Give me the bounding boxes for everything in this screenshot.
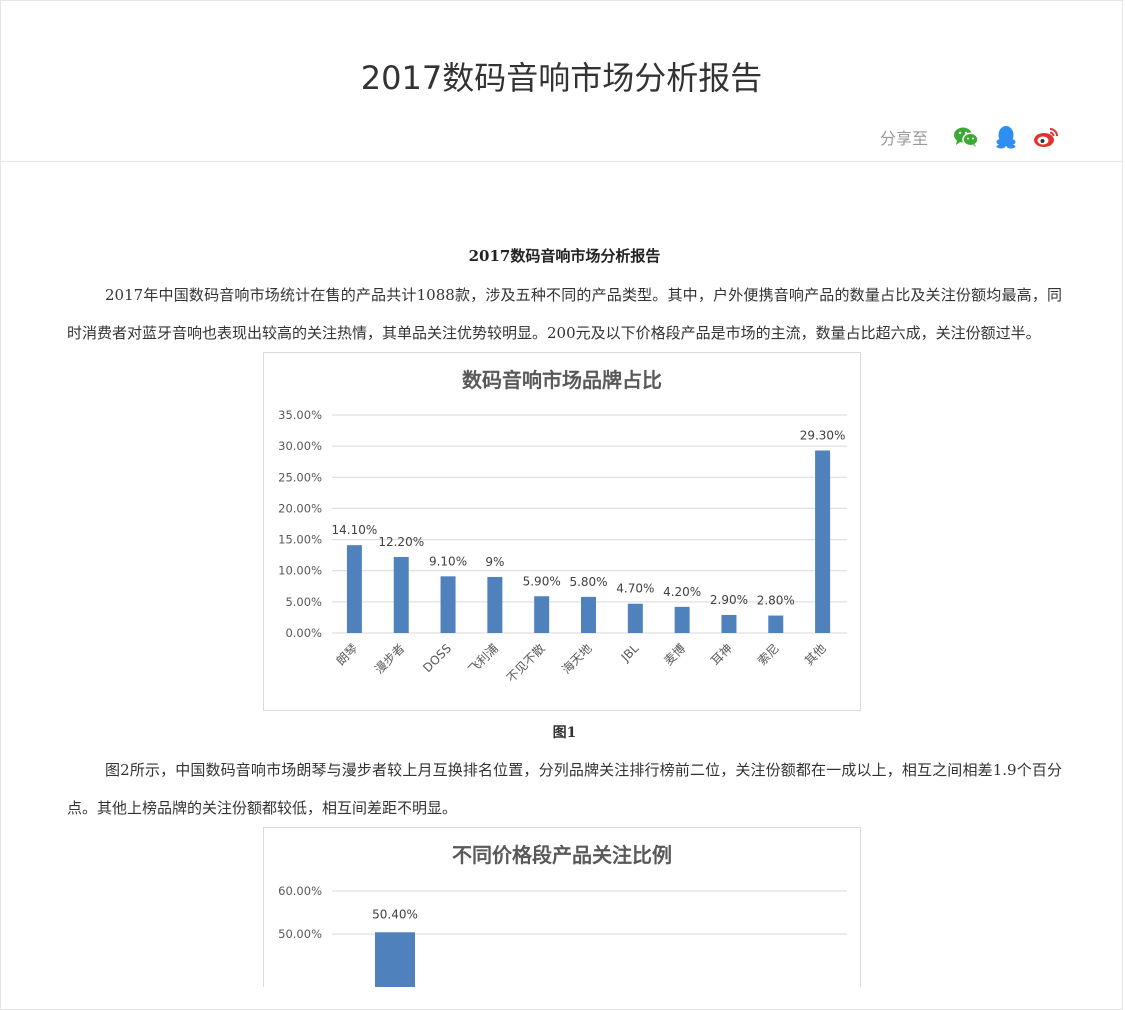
- data-label: 12.20%: [378, 535, 424, 549]
- share-bar: 分享至: [880, 123, 1060, 151]
- data-label: 5.80%: [569, 575, 607, 589]
- x-tick-label: 朗琴: [334, 641, 361, 668]
- x-tick-label: 不见不散: [503, 641, 548, 686]
- bar: [375, 932, 415, 987]
- chart-price-segment-svg: 不同价格段产品关注比例 60.00% 50.00% 50.40%: [278, 843, 847, 987]
- x-tick-label: JBL: [618, 641, 642, 665]
- x-tick-label: 耳神: [708, 641, 735, 668]
- y-tick-label: 50.00%: [278, 927, 322, 941]
- data-label: 50.40%: [372, 907, 418, 921]
- x-tick-label: 漫步者: [372, 641, 407, 676]
- y-tick-label: 25.00%: [278, 470, 322, 484]
- data-label: 14.10%: [332, 523, 378, 537]
- bar: [440, 576, 456, 633]
- chart-title: 不同价格段产品关注比例: [452, 843, 672, 867]
- article-heading: 2017数码音响市场分析报告: [468, 247, 661, 265]
- bar: [346, 545, 362, 633]
- y-tick-label: 60.00%: [278, 884, 322, 898]
- x-tick-label: 海天地: [559, 641, 595, 677]
- weibo-icon[interactable]: [1032, 123, 1060, 151]
- data-label: 2.90%: [710, 593, 748, 607]
- data-label: 2.80%: [757, 594, 795, 608]
- data-label: 9.10%: [429, 554, 467, 568]
- bar: [768, 615, 784, 633]
- bar: [534, 596, 550, 633]
- share-label: 分享至: [879, 129, 928, 148]
- x-tick-label: 麦博: [661, 641, 689, 669]
- data-label: 4.20%: [663, 585, 701, 599]
- page-title: 2017数码音响市场分析报告: [360, 59, 763, 97]
- bar: [815, 450, 831, 633]
- data-label: 29.30%: [800, 429, 846, 443]
- chart-price-segment: 不同价格段产品关注比例 60.00% 50.00% 50.40%: [263, 827, 861, 987]
- bar: [487, 576, 503, 633]
- figure-1-caption: 图1: [552, 725, 577, 741]
- y-tick-label: 30.00%: [278, 439, 322, 453]
- y-tick-label: 10.00%: [278, 564, 322, 578]
- bar: [393, 557, 409, 633]
- y-tick-label: 15.00%: [278, 533, 322, 547]
- page-header: 2017数码音响市场分析报告 分享至: [1, 1, 1122, 162]
- paragraph-2: 图2所示，中国数码音响市场朗琴与漫步者较上月互换排名位置，分列品牌关注排行榜前二…: [67, 761, 1062, 817]
- paragraph-1: 2017年中国数码音响市场统计在售的产品共计1088款，涉及五种不同的产品类型。…: [67, 286, 1062, 342]
- article-body: 2017数码音响市场分析报告 2017年中国数码音响市场统计在售的产品共计108…: [67, 161, 1062, 987]
- data-label: 9%: [485, 555, 504, 569]
- page-frame: 2017数码音响市场分析报告 分享至 2017数码音响市场分析报告 2017年中…: [0, 0, 1123, 1010]
- qq-icon[interactable]: [992, 123, 1020, 151]
- bar: [627, 603, 643, 633]
- x-tick-label: 飞利浦: [466, 641, 501, 676]
- x-tick-label: DOSS: [420, 641, 454, 675]
- bar: [674, 606, 690, 633]
- y-tick-label: 5.00%: [285, 595, 322, 609]
- y-tick-label: 20.00%: [278, 501, 322, 515]
- y-tick-label: 35.00%: [278, 408, 322, 422]
- data-label: 5.90%: [523, 574, 561, 588]
- x-tick-label: 其他: [802, 641, 829, 668]
- bar: [581, 596, 596, 633]
- x-tick-label: 索尼: [755, 641, 782, 668]
- wechat-icon[interactable]: [952, 123, 980, 151]
- data-label: 4.70%: [616, 582, 654, 596]
- chart-title: 数码音响市场品牌占比: [462, 368, 662, 392]
- chart-brand-share: 数码音响市场品牌占比 0.00% 5.00% 10.00% 15.00% 20.00% 25…: [263, 352, 861, 711]
- y-tick-label: 0.00%: [285, 626, 322, 640]
- chart-brand-share-svg: 数码音响市场品牌占比 0.00% 5.00% 10.00% 15.00% 20.00% 25…: [278, 368, 847, 686]
- bar: [721, 614, 737, 633]
